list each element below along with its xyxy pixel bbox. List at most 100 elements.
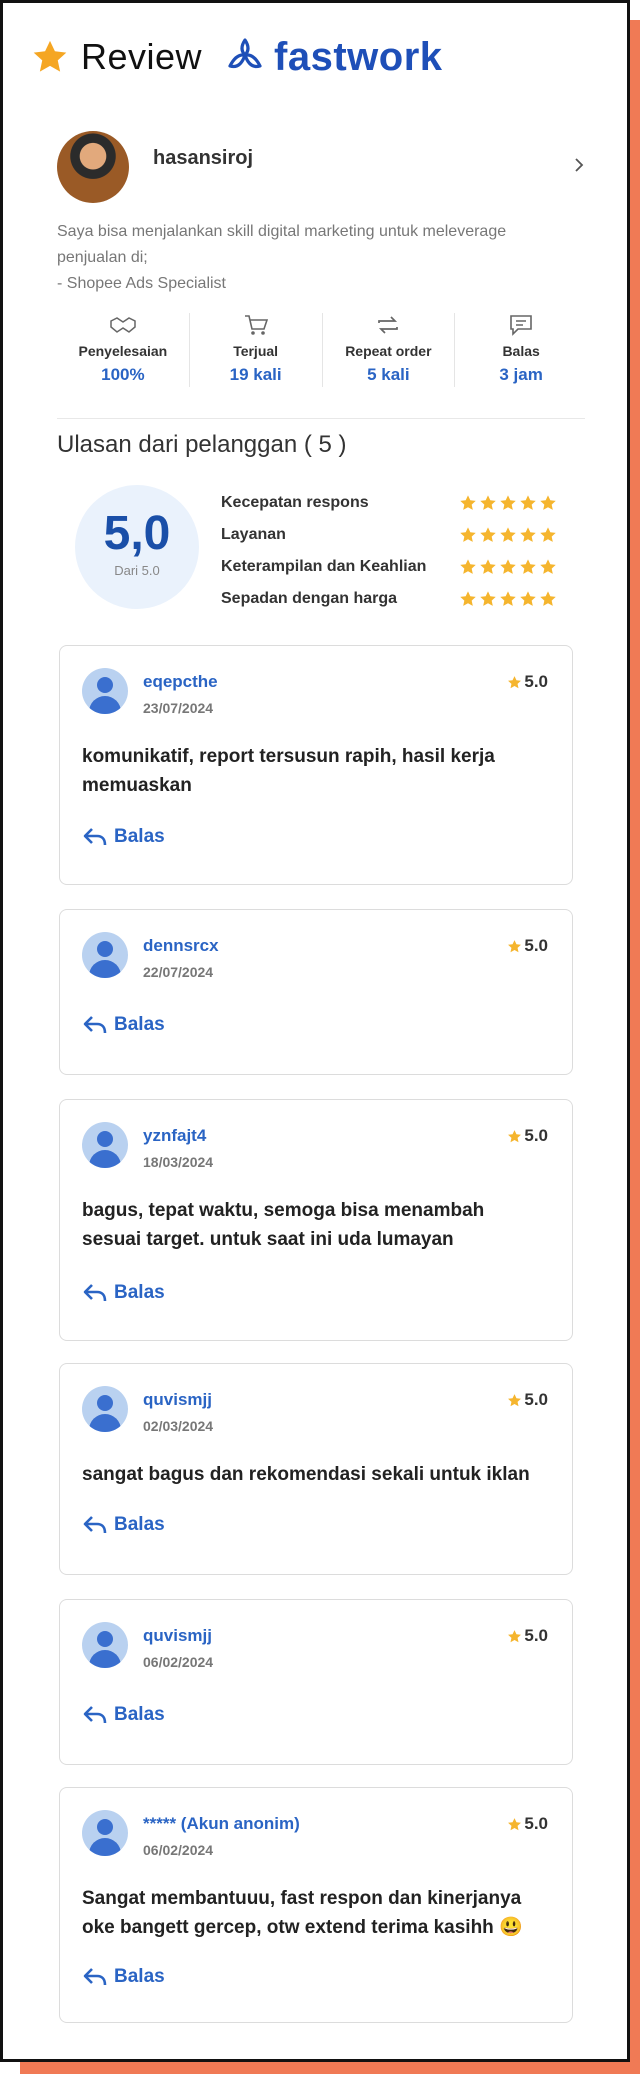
reply-icon [83, 1706, 107, 1724]
review-card: eqepcthe 23/07/2024 5.0 komunikatif, rep… [59, 645, 573, 885]
reviewer-avatar [82, 1122, 128, 1168]
reply-label: Balas [114, 1282, 165, 1303]
review-text: sangat bagus dan rekomendasi sekali untu… [82, 1460, 542, 1489]
review-rating: 5.0 [507, 1390, 548, 1410]
chat-icon [510, 315, 532, 336]
seller-stats: Penyelesaian 100% Terjual 19 kali Repeat… [57, 313, 587, 387]
star-icon [540, 495, 556, 510]
cart-icon [244, 315, 268, 335]
criteria-row: Layanan [221, 519, 557, 551]
seller-bio: Saya bisa menjalankan skill digital mark… [57, 219, 587, 297]
reply-label: Balas [114, 1014, 165, 1035]
star-icon [500, 527, 516, 542]
seller-avatar[interactable] [57, 131, 129, 203]
review-card: ***** (Akun anonim) 06/02/2024 5.0 Sanga… [59, 1787, 573, 2023]
review-card: quvismjj 06/02/2024 5.0 Balas [59, 1599, 573, 1765]
reply-button[interactable]: Balas [82, 1014, 165, 1036]
review-text-line: bagus, tepat waktu, semoga bisa menambah [82, 1200, 485, 1221]
reviewer-avatar [82, 668, 128, 714]
star-icon [500, 559, 516, 574]
criteria-label: Kecepatan respons [221, 494, 369, 511]
review-rating: 5.0 [507, 672, 548, 692]
review-text: Sangat membantuuu, fast respon dan kiner… [82, 1884, 542, 1942]
star-icon [520, 591, 536, 606]
review-rating: 5.0 [507, 936, 548, 956]
stat-label: Terjual [233, 343, 279, 359]
stat-value: 100% [101, 365, 145, 384]
reviewer-name[interactable]: eqepcthe [143, 672, 218, 692]
reviewer-name[interactable]: yznfajt4 [143, 1126, 206, 1146]
stat-label: Penyelesaian [78, 343, 168, 359]
stat-sold: Terjual 19 kali [190, 313, 323, 387]
stat-completion: Penyelesaian 100% [57, 313, 190, 387]
star-icon [500, 495, 516, 510]
bio-line: penjualan di; [57, 249, 148, 266]
review-text: bagus, tepat waktu, semoga bisa menambah… [82, 1196, 542, 1254]
review-text-line: komunikatif, report tersusun rapih, hasi… [82, 746, 495, 767]
seller-username[interactable]: hasansiroj [153, 147, 253, 170]
reply-button[interactable]: Balas [82, 1514, 165, 1536]
score-value: 5,0 [103, 507, 171, 560]
fastwork-logo: fastwork [224, 35, 443, 80]
chevron-right-icon[interactable] [571, 157, 587, 173]
rating-value: 5.0 [524, 672, 548, 691]
reviewer-avatar [82, 1810, 128, 1856]
reply-button[interactable]: Balas [82, 1282, 165, 1304]
criteria-row: Sepadan dengan harga [221, 583, 557, 615]
criteria-row: Kecepatan respons [221, 487, 557, 519]
review-rating: 5.0 [507, 1626, 548, 1646]
reply-button[interactable]: Balas [82, 1704, 165, 1726]
bio-line: - Shopee Ads Specialist [57, 275, 226, 292]
star-icon [508, 1129, 522, 1142]
reply-button[interactable]: Balas [82, 1966, 165, 1988]
divider [57, 418, 585, 419]
score-subtitle: Dari 5.0 [114, 563, 160, 578]
reply-button[interactable]: Balas [82, 826, 165, 848]
criteria-label: Sepadan dengan harga [221, 590, 398, 607]
reply-icon [83, 1284, 107, 1302]
star-icon [508, 1393, 522, 1406]
rating-value: 5.0 [524, 1390, 548, 1409]
review-card: yznfajt4 18/03/2024 5.0 bagus, tepat wak… [59, 1099, 573, 1341]
stat-value: 5 kali [367, 365, 410, 384]
review-date: 02/03/2024 [143, 1418, 214, 1434]
review-date: 06/02/2024 [143, 1842, 214, 1858]
criteria-label: Keterampilan dan Keahlian [221, 558, 427, 575]
star-icon [508, 675, 522, 688]
reviewer-name[interactable]: ***** (Akun anonim) [143, 1814, 300, 1834]
repeat-icon [378, 316, 399, 334]
review-card: dennsrcx 22/07/2024 5.0 Balas [59, 909, 573, 1075]
reply-icon [83, 1516, 107, 1534]
reviewer-avatar [82, 1622, 128, 1668]
stat-value: 3 jam [499, 365, 543, 384]
review-card: quvismjj 02/03/2024 5.0 sangat bagus dan… [59, 1363, 573, 1575]
review-text-line: oke bangett gercep, otw extend terima ka… [82, 1917, 523, 1938]
reviewer-name[interactable]: quvismjj [143, 1390, 212, 1410]
star-icon [508, 1817, 522, 1830]
header-title: Review [81, 36, 203, 77]
star-icon [460, 527, 476, 542]
stat-label: Balas [502, 343, 540, 359]
reviewer-name[interactable]: quvismjj [143, 1626, 212, 1646]
star-icon [460, 559, 476, 574]
stat-label: Repeat order [345, 343, 432, 359]
reviewer-name[interactable]: dennsrcx [143, 936, 219, 956]
reply-icon [83, 828, 107, 846]
stat-reply-time: Balas 3 jam [455, 313, 587, 387]
rating-value: 5.0 [524, 1814, 548, 1833]
star-rating [459, 526, 557, 544]
star-rating [459, 494, 557, 512]
review-rating: 5.0 [507, 1126, 548, 1146]
review-rating: 5.0 [507, 1814, 548, 1834]
reply-label: Balas [114, 1704, 165, 1725]
fastwork-logo-icon [228, 38, 262, 69]
star-icon [460, 495, 476, 510]
header: Review fastwork [31, 31, 443, 83]
reviewer-avatar [82, 1386, 128, 1432]
criteria-label: Layanan [221, 526, 286, 543]
review-text-line: sesuai target. untuk saat ini uda lumaya… [82, 1229, 454, 1250]
review-screenshot-frame: Review fastwork hasansiroj Saya bisa men… [0, 0, 630, 2062]
bio-line: Saya bisa menjalankan skill digital mark… [57, 223, 507, 240]
star-icon [500, 591, 516, 606]
review-date: 23/07/2024 [143, 700, 214, 716]
